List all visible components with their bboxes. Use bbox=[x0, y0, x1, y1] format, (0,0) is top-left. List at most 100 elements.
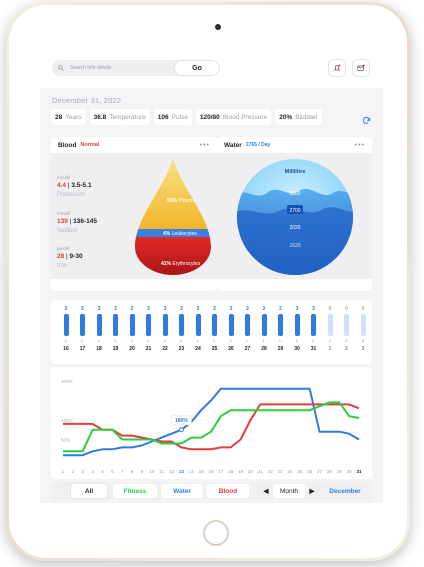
day-bar-3[interactable]: 0 3 3 bbox=[356, 306, 370, 352]
tab-blood[interactable]: Blood bbox=[207, 484, 249, 498]
x-tick-label: 25 bbox=[297, 469, 303, 474]
day-bar-21[interactable]: 2 L 21 bbox=[142, 306, 156, 352]
x-tick-label: 18 bbox=[228, 469, 234, 474]
app-screen: Search Info details Go December 31, 2022… bbox=[40, 48, 383, 503]
x-tick-label: 31 bbox=[356, 469, 362, 474]
day-label: 17 bbox=[79, 346, 86, 352]
potassium-value: 4.4 | 3.5-5.1 bbox=[57, 182, 92, 189]
day-count: 2 bbox=[147, 306, 150, 312]
go-button[interactable]: Go bbox=[175, 61, 219, 75]
search-input[interactable]: Search Info details bbox=[70, 65, 175, 71]
refresh-icon[interactable] bbox=[362, 112, 371, 130]
day-label: 30 bbox=[294, 346, 300, 352]
day-level: L bbox=[246, 338, 249, 343]
x-tick-label: 20 bbox=[248, 469, 254, 474]
more-icon[interactable]: ••• bbox=[200, 142, 210, 149]
day-count: 0 bbox=[328, 306, 332, 312]
plasma-label: 55% Plasma bbox=[167, 198, 195, 204]
x-tick-label: 7 bbox=[121, 469, 124, 474]
water-body: Millilitre 3000 2700 2020 1620 bbox=[217, 153, 372, 279]
daily-bars-panel: 2 L 16 2 L 17 3 L 18 2 L 19 2 L 20 2 L 21 3 L 22 2 L 23 2 L 24 2 L 25… bbox=[51, 300, 372, 364]
home-button[interactable] bbox=[203, 520, 229, 546]
x-tick-label: 5 bbox=[101, 469, 104, 474]
day-level: 1 bbox=[328, 338, 332, 343]
day-bar-24[interactable]: 2 L 24 bbox=[191, 306, 205, 352]
day-bar-22[interactable]: 3 L 22 bbox=[158, 306, 172, 352]
tab-fitness[interactable]: Fitness bbox=[113, 484, 157, 498]
x-tick-label: 4 bbox=[91, 469, 94, 474]
x-tick-label: 29 bbox=[337, 469, 343, 474]
day-bar-18[interactable]: 3 L 18 bbox=[92, 306, 106, 352]
day-label: 19 bbox=[112, 346, 119, 352]
iron-unit: µmol/l bbox=[57, 246, 70, 251]
day-count: 2 bbox=[262, 306, 266, 312]
day-label: 3 bbox=[361, 346, 365, 352]
day-label: 2 bbox=[345, 346, 348, 352]
stat-age: 28 Years bbox=[51, 109, 86, 125]
day-bar-26[interactable]: 3 L 26 bbox=[224, 306, 238, 352]
day-count: 3 bbox=[229, 306, 233, 312]
more-icon[interactable]: ••• bbox=[355, 142, 365, 149]
day-bar-fill bbox=[80, 314, 85, 336]
day-bar-28[interactable]: 2 L 28 bbox=[257, 306, 271, 352]
blood-card-header: Blood Normal ••• bbox=[51, 137, 217, 153]
x-tick-label: 28 bbox=[327, 469, 333, 474]
day-bar-30[interactable]: 3 L 30 bbox=[290, 306, 304, 352]
day-level: L bbox=[262, 338, 266, 343]
day-count: 2 bbox=[279, 306, 282, 312]
x-tick-label: 8 bbox=[131, 469, 134, 474]
mail-icon[interactable] bbox=[352, 59, 370, 77]
blood-body: mmol/l 4.4 | 3.5-5.1 Potassium mmol/l 13… bbox=[51, 153, 217, 279]
stat-pulse: 106 Pulse bbox=[153, 109, 192, 125]
day-label: 1 bbox=[328, 346, 332, 352]
next-month-icon[interactable]: ▶ bbox=[307, 484, 317, 498]
highlight-point[interactable] bbox=[178, 427, 184, 433]
period-selector[interactable]: Month bbox=[273, 484, 305, 498]
erythrocytes-label: 41% Erythrocytes bbox=[161, 261, 201, 267]
water-card: Water 2765 / Day ••• Millilitre 3000 270… bbox=[217, 137, 372, 291]
day-bar-fill bbox=[278, 314, 283, 336]
day-count: 3 bbox=[163, 306, 167, 312]
day-bar-fill bbox=[294, 314, 300, 336]
day-bar-17[interactable]: 2 L 17 bbox=[76, 306, 90, 352]
day-label: 31 bbox=[310, 346, 317, 352]
tab-all[interactable]: All bbox=[71, 484, 107, 498]
x-tick-label: 12 bbox=[169, 469, 175, 474]
day-bar-fill bbox=[327, 314, 333, 336]
day-bar-20[interactable]: 2 L 20 bbox=[125, 306, 139, 352]
y-tick-label: 200% bbox=[61, 379, 73, 384]
tab-water[interactable]: Water bbox=[161, 484, 203, 498]
day-bar-25[interactable]: 2 L 25 bbox=[208, 306, 222, 352]
day-bar-19[interactable]: 2 L 19 bbox=[109, 306, 123, 352]
camera bbox=[215, 24, 221, 30]
day-bar-2[interactable]: 0 2 2 bbox=[340, 306, 354, 352]
x-tick-label: 23 bbox=[278, 469, 284, 474]
x-tick-label: 16 bbox=[208, 469, 214, 474]
day-bar-27[interactable]: 2 L 27 bbox=[241, 306, 255, 352]
day-bar-23[interactable]: 2 L 23 bbox=[175, 306, 189, 352]
x-tick-label: 27 bbox=[317, 469, 323, 474]
stat-blood-pressure: 120/80 Blood Pressure bbox=[195, 109, 272, 125]
prev-month-icon[interactable]: ◀ bbox=[261, 484, 271, 498]
day-label: 22 bbox=[162, 346, 168, 352]
bell-icon[interactable] bbox=[328, 59, 346, 77]
day-count: 2 bbox=[81, 306, 84, 312]
day-bar-29[interactable]: 2 L 29 bbox=[274, 306, 288, 352]
x-tick-label: 2 bbox=[72, 469, 75, 474]
sodium-unit: mmol/l bbox=[57, 211, 71, 216]
day-bar-16[interactable]: 2 L 16 bbox=[59, 306, 73, 352]
water-scale-2: 2020 bbox=[289, 225, 300, 231]
x-tick-label: 22 bbox=[268, 469, 274, 474]
day-level: 2 bbox=[345, 338, 348, 343]
day-bar-fill bbox=[63, 314, 69, 336]
day-label: 29 bbox=[277, 346, 284, 352]
x-tick-label: 1 bbox=[62, 469, 65, 474]
search-bar[interactable]: Search Info details Go bbox=[52, 60, 220, 76]
day-count: 2 bbox=[246, 306, 249, 312]
day-bar-31[interactable]: 3 L 31 bbox=[307, 306, 321, 352]
iron-value: 28 | 9-30 bbox=[57, 253, 83, 260]
water-title: Water bbox=[224, 141, 242, 149]
day-bar-1[interactable]: 0 1 1 bbox=[323, 306, 337, 352]
day-label: 16 bbox=[63, 346, 69, 352]
day-bar-fill bbox=[245, 314, 250, 336]
